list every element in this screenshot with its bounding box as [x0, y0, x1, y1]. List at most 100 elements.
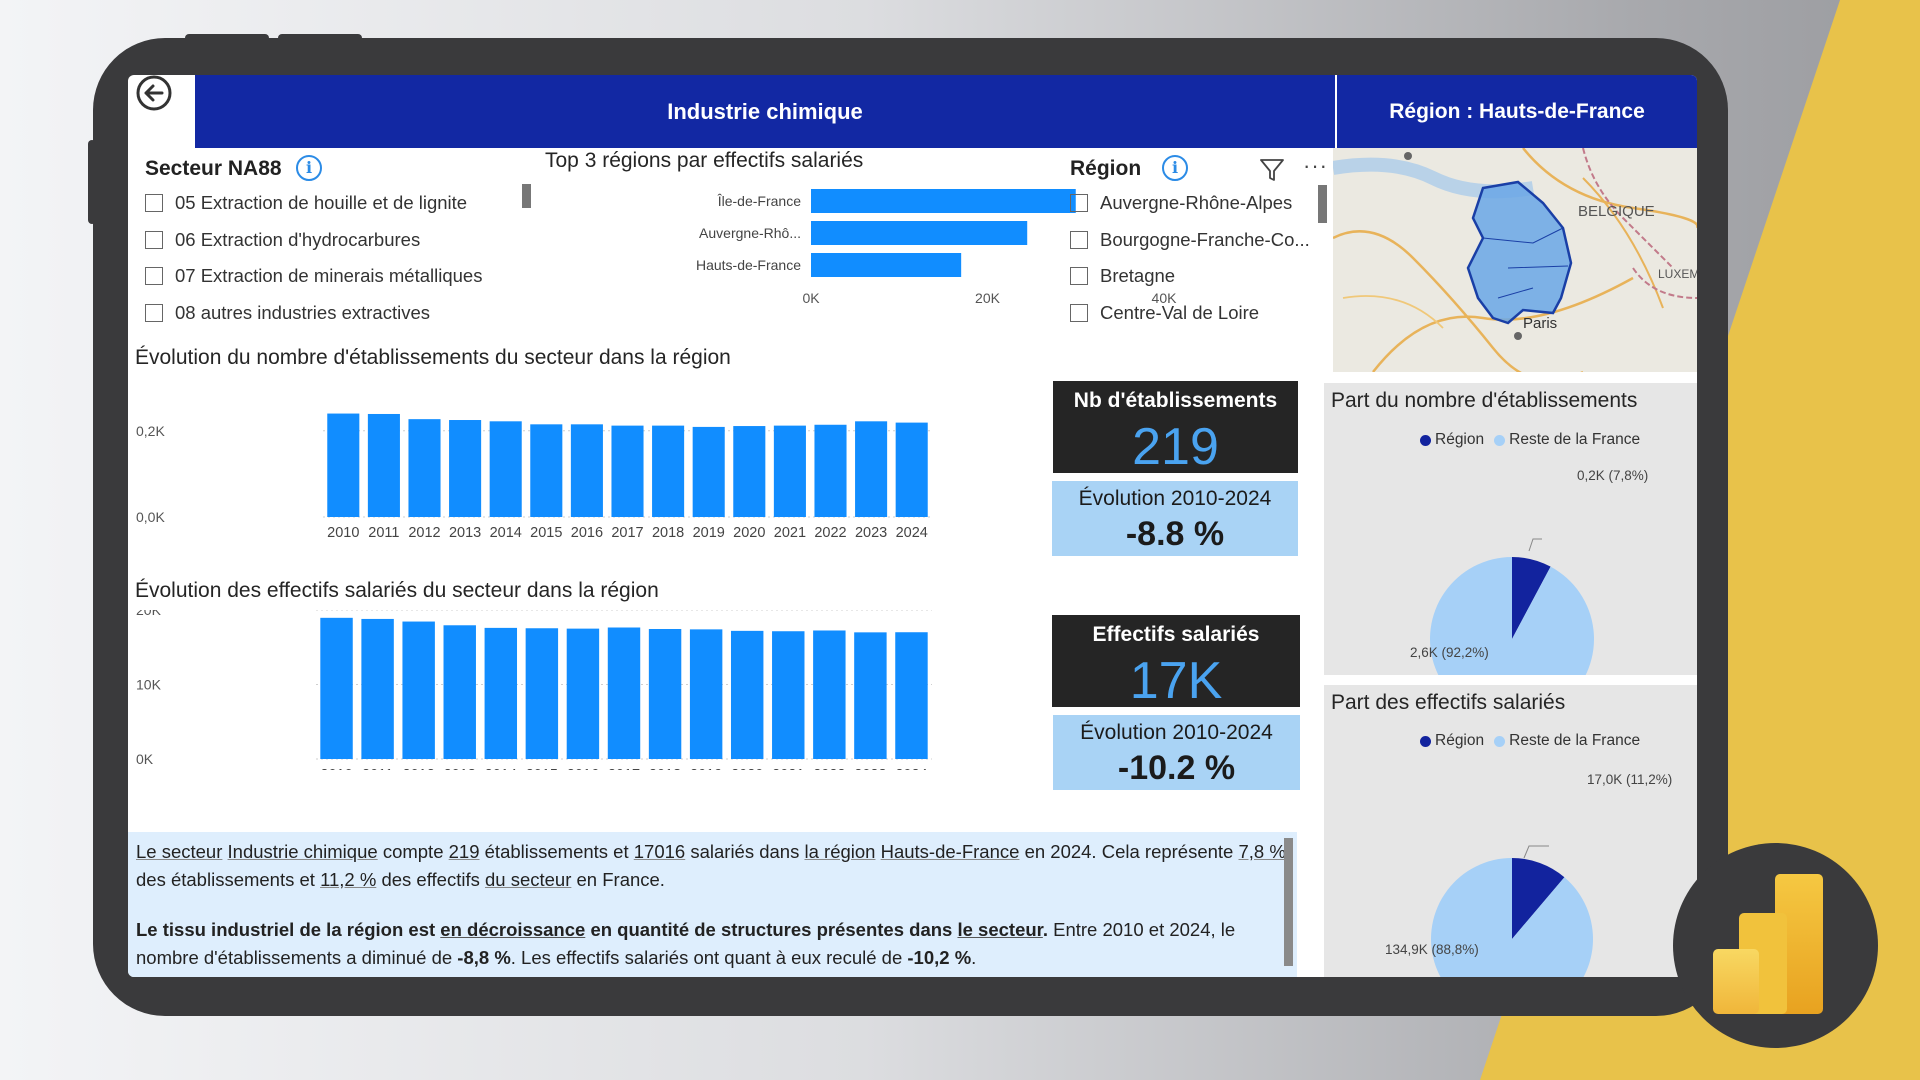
slicer-item-label: Bretagne [1100, 265, 1176, 287]
secteur-slicer-title: Secteur NA88 [145, 157, 282, 180]
bar [566, 628, 600, 759]
bar [772, 631, 805, 759]
bar [652, 425, 685, 517]
summary-bold: -8,8 % [457, 947, 511, 968]
bar [327, 413, 360, 517]
summary-link[interactable]: en décroissance [440, 919, 585, 940]
x-tick-label: 2012 [403, 767, 435, 770]
summary-scrollbar[interactable] [1284, 838, 1293, 966]
slicer-item-label: Auvergne-Rhône-Alpes [1100, 192, 1293, 214]
kpi-etab-value: 219 [1132, 418, 1219, 476]
secteur-slicer-item[interactable]: 08 autres industries extractives [145, 295, 482, 332]
x-tick-label: 2017 [608, 767, 640, 770]
pie-eff-chart [1431, 845, 1593, 977]
x-tick-label: 2020 [733, 525, 765, 540]
pie-etab-legend: Région Reste de la France [1420, 431, 1640, 449]
etab-bar-chart: 0,0K 0,2K 2010 2011 2012 2013 2014 2015 2016 2017… [136, 413, 932, 540]
x-tick-label: 2010 [327, 525, 359, 540]
region-scrollbar[interactable] [1318, 185, 1327, 223]
bar [854, 632, 887, 759]
page-title: Industrie chimique [195, 75, 1335, 148]
bar [813, 630, 846, 759]
legend-label: Reste de la France [1509, 431, 1641, 448]
kpi-etab-evo-card: Évolution 2010-2024 -8.8 % [1052, 481, 1298, 556]
checkbox[interactable] [1070, 303, 1088, 322]
kpi-etab-evo-value: -8.8 % [1125, 515, 1225, 553]
checkbox[interactable] [145, 303, 163, 322]
summary-link[interactable]: 17016 [634, 841, 685, 862]
summary-link[interactable]: 219 [449, 841, 480, 862]
pie-etab-title: Part du nombre d'établissements [1331, 389, 1638, 412]
top3-category-label: Île-de-France [717, 193, 801, 209]
region-slicer-item[interactable]: Bourgogne-Franche-Co... [1070, 222, 1310, 259]
pie-etab-label-region: 0,2K (7,8%) [1577, 468, 1649, 483]
pie-etab-chart [1430, 538, 1594, 675]
bar [530, 424, 563, 517]
legend-dot-region [1420, 434, 1431, 446]
summary-link[interactable]: Hauts-de-France [881, 841, 1020, 862]
checkbox[interactable] [145, 194, 163, 213]
kpi-eff-evo-card: Évolution 2010-2024 -10.2 % [1053, 715, 1300, 790]
x-tick-label: 2010 [320, 767, 352, 770]
region-slicer-item[interactable]: Bretagne [1070, 258, 1310, 295]
x-tick-label: 2016 [571, 525, 603, 540]
summary-link[interactable]: Industrie chimique [228, 841, 378, 862]
top3-bar [811, 221, 1028, 245]
y-tick-label: 0,2K [136, 423, 165, 439]
summary-link[interactable]: du secteur [485, 869, 571, 890]
x-tick-label: 2014 [485, 767, 517, 770]
summary-text: des établissements et [136, 869, 315, 890]
summary-bold: -10,2 % [907, 947, 972, 968]
summary-link[interactable]: Le secteur [136, 841, 222, 862]
slicer-item-label: 08 autres industries extractives [175, 301, 431, 323]
checkbox[interactable] [1070, 194, 1088, 213]
x-tick-label: 2021 [772, 767, 804, 770]
pie-eff-title: Part des effectifs salariés [1331, 691, 1566, 714]
filter-icon[interactable] [1259, 157, 1285, 183]
region-slicer-item[interactable]: Centre-Val de Loire [1070, 295, 1310, 332]
pie-slice [1431, 858, 1593, 977]
region-slicer-list: Auvergne-Rhône-Alpes Bourgogne-Franche-C… [1070, 185, 1310, 331]
secteur-slicer-list: 05 Extraction de houille et de lignite 0… [145, 185, 482, 331]
y-tick-label: 0K [136, 751, 154, 767]
top3-category-label: Auvergne-Rhô... [699, 225, 801, 241]
region-map[interactable]: BELGIQUE LUXEMB Paris [1333, 148, 1697, 372]
summary-bold: en quantité de structures présentes dans [590, 919, 953, 940]
x-tick-label: 2014 [490, 525, 522, 540]
summary-link[interactable]: 7,8 % [1239, 841, 1286, 862]
checkbox[interactable] [145, 267, 163, 286]
more-options-icon[interactable]: ··· [1303, 153, 1328, 179]
bar [489, 421, 522, 517]
pie-eff-legend: Région Reste de la France [1420, 732, 1640, 750]
bar [895, 422, 928, 517]
powerbi-logo-badge [1673, 843, 1878, 1048]
summary-paragraph-1: Le secteur Industrie chimique compte 219… [136, 838, 1289, 894]
bar [449, 420, 482, 517]
secteur-slicer-item[interactable]: 06 Extraction d'hydrocarbures [145, 222, 482, 259]
bar [773, 425, 806, 517]
kpi-eff-label: Effectifs salariés [1092, 623, 1260, 646]
region-slicer-item[interactable]: Auvergne-Rhône-Alpes [1070, 185, 1310, 222]
summary-text: . Les effectifs salariés ont quant à eux… [510, 947, 903, 968]
x-tick-label: 2016 [567, 767, 599, 770]
secteur-slicer-item[interactable]: 05 Extraction de houille et de lignite [145, 185, 482, 222]
summary-link[interactable]: le secteur [957, 919, 1042, 940]
powerbi-logo-icon [1713, 874, 1823, 1014]
summary-text: établissements et [484, 841, 629, 862]
kpi-etab-label: Nb d'établissements [1073, 389, 1278, 412]
summary-paragraph-2: Le tissu industriel de la région est en … [136, 916, 1289, 972]
secteur-slicer-item[interactable]: 07 Extraction de minerais métalliques [145, 258, 482, 295]
checkbox[interactable] [1070, 230, 1088, 249]
x-tick-label: 2024 [896, 525, 928, 540]
x-tick-label: 2013 [449, 525, 481, 540]
summary-link[interactable]: 11,2 % [320, 869, 376, 890]
checkbox[interactable] [145, 230, 163, 249]
back-arrow-icon[interactable] [134, 75, 174, 115]
pie-eff-label-region: 17,0K (11,2%) [1587, 772, 1673, 787]
bar [484, 627, 518, 759]
slicer-item-label: Centre-Val de Loire [1100, 301, 1260, 323]
summary-link[interactable]: la région [805, 841, 876, 862]
info-icon[interactable]: i [1162, 155, 1188, 181]
info-icon[interactable]: i [296, 155, 322, 181]
checkbox[interactable] [1070, 267, 1088, 286]
